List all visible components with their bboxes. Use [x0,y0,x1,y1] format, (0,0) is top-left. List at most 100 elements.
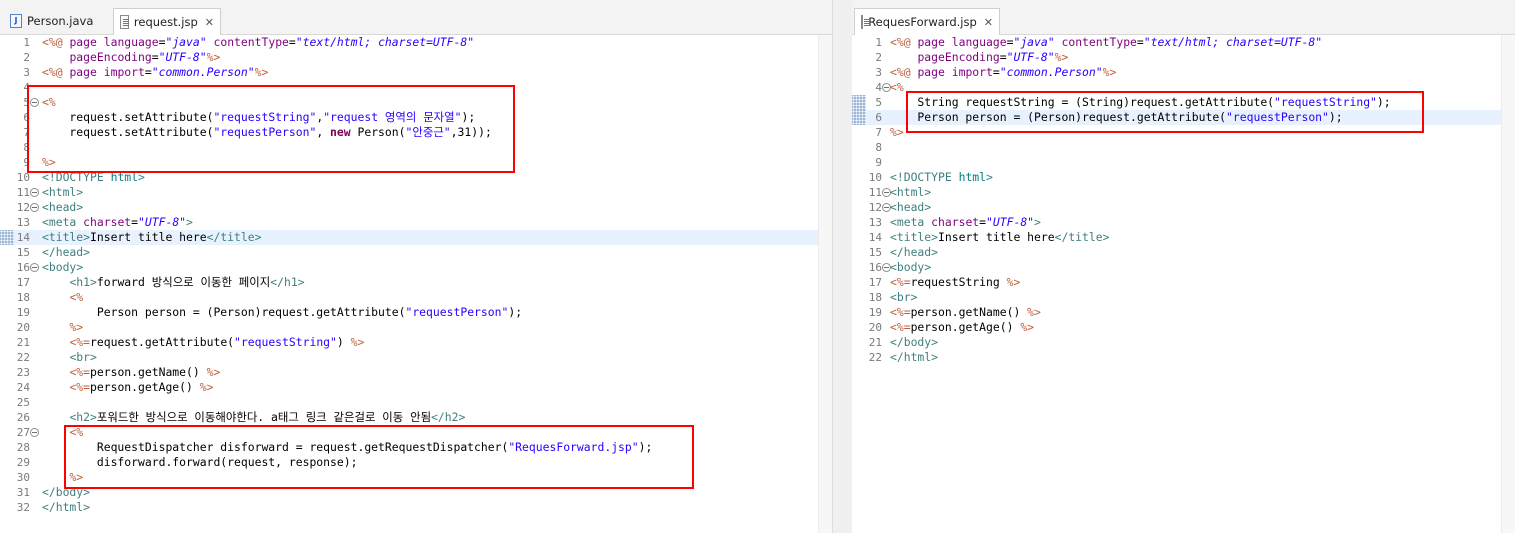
code-text: <head> [890,200,932,214]
line-number: 19 [16,306,30,319]
code-line[interactable]: 21 <%=request.getAttribute("requestStrin… [0,335,818,350]
highlight-box [27,85,515,173]
code-text: Person person = (Person)request.getAttri… [42,305,523,319]
code-text: <body> [42,260,84,274]
code-line[interactable]: 9 [852,155,1501,170]
code-line[interactable]: 15 </head> [0,245,818,260]
code-text: <head> [42,200,84,214]
editor-requesforward-jsp: RequesForward.jsp ✕ 1 <%@ page language="… [852,0,1515,533]
code-line[interactable]: 18 <% [0,290,818,305]
line-number: 10 [868,171,882,184]
code-line[interactable]: 10 <!DOCTYPE html> [852,170,1501,185]
fold-toggle-icon[interactable] [30,263,39,272]
fold-toggle-icon[interactable] [30,428,39,437]
code-text: <!DOCTYPE html> [890,170,993,184]
line-number: 20 [16,321,30,334]
code-text: <meta charset="UTF-8"> [42,215,193,229]
line-number: 13 [868,216,882,229]
line-number: 24 [16,381,30,394]
line-number: 8 [875,141,882,154]
line-number: 9 [23,156,30,169]
line-number: 30 [16,471,30,484]
fold-toggle-icon[interactable] [30,203,39,212]
code-line[interactable]: 20 %> [0,320,818,335]
code-line[interactable]: 17 <%=requestString %> [852,275,1501,290]
code-line[interactable]: 16 <body> [0,260,818,275]
code-text: pageEncoding="UTF-8"%> [69,50,221,64]
code-line[interactable]: 2 pageEncoding="UTF-8"%> [0,50,818,65]
code-line[interactable]: 18 <br> [852,290,1501,305]
line-number: 26 [16,411,30,424]
line-number: 1 [23,36,30,49]
line-number: 9 [875,156,882,169]
code-line[interactable]: 11 <html> [852,185,1501,200]
code-line[interactable]: 14 <title>Insert title here</title> [0,230,818,245]
code-line[interactable]: 32 </html> [0,500,818,515]
line-number: 2 [875,51,882,64]
tab-label: request.jsp [133,15,198,29]
line-number: 20 [868,321,882,334]
code-line[interactable]: 1 <%@ page language="java" contentType="t… [0,35,818,50]
code-line[interactable]: 17 <h1>forward 방식으로 이동한 페이지</h1> [0,275,818,290]
code-text: <%=person.getAge() %> [890,320,1035,334]
tab-request-jsp[interactable]: request.jsp ✕ [113,8,221,35]
code-text: %> [69,320,84,334]
line-number: 17 [16,276,30,289]
code-text: </html> [890,350,939,364]
code-line[interactable]: 22 </html> [852,350,1501,365]
code-line[interactable]: 24 <%=person.getAge() %> [0,380,818,395]
java-file-icon: J [10,14,22,28]
line-number: 15 [868,246,882,259]
tab-person-java[interactable]: J Person.java [4,8,110,34]
line-number: 7 [23,126,30,139]
code-line[interactable]: 20 <%=person.getAge() %> [852,320,1501,335]
tab-label: RequesForward.jsp [868,15,977,29]
code-line[interactable]: 8 [852,140,1501,155]
code-line[interactable]: 19 <%=person.getName() %> [852,305,1501,320]
code-line[interactable]: 26 <h2>포워드한 방식으로 이동해야한다. a태그 링크 같은걸로 이동 … [0,410,818,425]
vertical-scrollbar[interactable] [818,35,832,533]
code-line[interactable]: 2 pageEncoding="UTF-8"%> [852,50,1501,65]
code-text: <%@ page import="common.Person"%> [890,65,1117,79]
line-number: 27 [16,426,30,439]
code-line[interactable]: 1 <%@ page language="java" contentType="t… [852,35,1501,50]
vertical-scrollbar[interactable] [1501,35,1515,533]
tab-label: Person.java [27,14,94,28]
code-line[interactable]: 13 <meta charset="UTF-8"> [852,215,1501,230]
line-number: 4 [23,81,30,94]
code-text: <%@ page language="java" contentType="te… [42,35,475,49]
editor-splitter[interactable] [832,0,854,533]
jsp-file-icon [861,15,871,29]
editor-tab-bar: J Person.java request.jsp ✕ [0,0,832,35]
code-line[interactable]: 21 </body> [852,335,1501,350]
line-number: 32 [16,501,30,514]
code-text: <html> [42,185,84,199]
code-line[interactable]: 25 [0,395,818,410]
code-line[interactable]: 16 <body> [852,260,1501,275]
fold-toggle-icon[interactable] [30,188,39,197]
line-number: 21 [868,336,882,349]
code-line[interactable]: 15 </head> [852,245,1501,260]
close-icon[interactable]: ✕ [984,16,993,29]
code-line[interactable]: 12 <head> [852,200,1501,215]
highlight-box [906,91,1424,133]
jsp-file-icon [120,15,129,29]
code-line[interactable]: 3 <%@ page import="common.Person"%> [852,65,1501,80]
code-line[interactable]: 19 Person person = (Person)request.getAt… [0,305,818,320]
code-line[interactable]: 22 <br> [0,350,818,365]
code-line[interactable]: 11 <html> [0,185,818,200]
close-icon[interactable]: ✕ [205,16,214,29]
code-text: <meta charset="UTF-8"> [890,215,1041,229]
code-line[interactable]: 14 <title>Insert title here</title> [852,230,1501,245]
line-number: 5 [23,96,30,109]
line-number: 25 [16,396,30,409]
code-line[interactable]: 23 <%=person.getName() %> [0,365,818,380]
line-number: 12 [16,201,30,214]
tab-requesforward-jsp[interactable]: RequesForward.jsp ✕ [854,8,1000,35]
code-line[interactable]: 12 <head> [0,200,818,215]
code-line[interactable]: 13 <meta charset="UTF-8"> [0,215,818,230]
code-line[interactable]: 3 <%@ page import="common.Person"%> [0,65,818,80]
line-number: 14 [868,231,882,244]
line-number: 22 [16,351,30,364]
line-number: 6 [875,111,882,124]
